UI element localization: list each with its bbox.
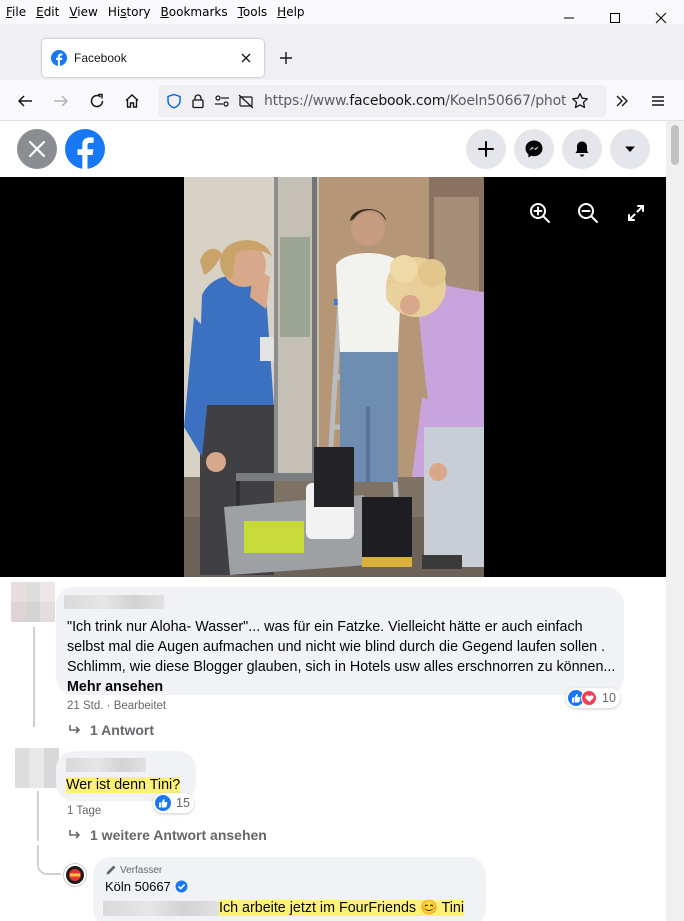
- thread-line: [37, 791, 39, 841]
- tracking-shield-icon[interactable]: [162, 89, 186, 113]
- reply-arrow-icon: [69, 830, 81, 839]
- edited-label: Bearbeitet: [113, 700, 167, 712]
- create-button[interactable]: [466, 129, 506, 169]
- notifications-button[interactable]: [562, 129, 602, 169]
- bookmark-star-icon[interactable]: [568, 89, 592, 113]
- page-avatar[interactable]: [63, 863, 87, 887]
- scrollbar-thumb[interactable]: [671, 125, 679, 165]
- mention-redacted[interactable]: [103, 901, 219, 916]
- forward-button[interactable]: [47, 87, 75, 115]
- overflow-button[interactable]: [608, 87, 636, 115]
- minimize-icon: [564, 17, 574, 19]
- page-scrollbar[interactable]: [666, 121, 684, 921]
- menu-history[interactable]: History: [102, 5, 155, 19]
- navigation-toolbar: https://www.facebook.com/Koeln50667/phot…: [0, 80, 684, 121]
- reply-arrow-icon: [69, 725, 81, 734]
- forward-arrow-icon: [54, 95, 69, 107]
- comment-text: Wer ist denn Tini?: [66, 777, 181, 793]
- reply-bubble: Verfasser Köln 50667 Ich arbeite jetzt i…: [93, 857, 486, 921]
- reply-text: Ich arbeite jetzt im FourFriends 😊 Tini: [219, 900, 465, 916]
- koeln-50667-logo-icon: [66, 866, 84, 884]
- camera-blocked-icon[interactable]: [234, 89, 258, 113]
- tab-facebook[interactable]: Facebook: [42, 39, 264, 77]
- photo-viewer: [0, 177, 666, 577]
- maximize-icon: [610, 13, 620, 23]
- url-text: https://www.facebook.com/Koeln50667/phot…: [264, 93, 566, 109]
- view-more-replies-link[interactable]: 1 weitere Antwort ansehen: [68, 827, 267, 843]
- back-arrow-icon: [17, 95, 32, 107]
- messenger-button[interactable]: [514, 129, 554, 169]
- author-badge: Verfasser: [105, 864, 162, 876]
- pencil-icon: [106, 865, 116, 875]
- reload-button[interactable]: [83, 87, 111, 115]
- avatar[interactable]: [11, 582, 55, 622]
- bell-icon: [575, 141, 589, 157]
- zoom-in-icon: [530, 203, 550, 223]
- close-tab-icon: [241, 53, 251, 63]
- photo-viewer-header: [0, 121, 666, 177]
- reply-author[interactable]: Köln 50667: [105, 879, 188, 894]
- tab-title: Facebook: [74, 51, 127, 65]
- home-button[interactable]: [118, 87, 146, 115]
- photo[interactable]: [184, 177, 484, 577]
- overflow-chevron-icon: [616, 95, 628, 107]
- photo-scene: [184, 177, 484, 577]
- close-window-icon: [655, 12, 667, 24]
- thread-line: [33, 627, 35, 727]
- messenger-icon: [525, 140, 543, 158]
- comment-meta: 21 Std. · Bearbeitet: [67, 700, 167, 712]
- facebook-logo-icon[interactable]: [64, 128, 106, 170]
- comment-timestamp[interactable]: 1 Tage: [67, 805, 101, 817]
- hamburger-menu-icon: [652, 96, 664, 106]
- view-replies-link[interactable]: 1 Antwort: [68, 722, 154, 738]
- menu-bookmarks[interactable]: Bookmarks: [155, 5, 232, 19]
- comment-bubble: "Ich trink nur Aloha- Wasser"... was für…: [56, 587, 624, 695]
- reaction-count: 15: [176, 796, 190, 810]
- reload-icon: [90, 93, 104, 108]
- menu-file[interactable]: File: [0, 5, 30, 19]
- facebook-favicon-icon: [51, 50, 67, 66]
- menu-help[interactable]: Help: [271, 5, 308, 19]
- close-tab-button[interactable]: [234, 46, 258, 70]
- caret-down-icon: [625, 146, 635, 152]
- author-name-redacted[interactable]: [66, 758, 146, 772]
- zoom-out-icon: [578, 203, 598, 223]
- account-menu-button[interactable]: [610, 129, 650, 169]
- avatar[interactable]: [15, 748, 59, 788]
- app-menu-button[interactable]: [644, 87, 672, 115]
- reaction-summary[interactable]: 15: [153, 793, 194, 813]
- menu-edit[interactable]: Edit: [30, 5, 63, 19]
- url-bar[interactable]: https://www.facebook.com/Koeln50667/phot…: [158, 85, 606, 117]
- fullscreen-button[interactable]: [620, 197, 652, 229]
- verified-badge-icon: [175, 880, 188, 893]
- comment-meta: 1 Tage: [67, 805, 101, 817]
- zoom-in-button[interactable]: [524, 197, 556, 229]
- like-reaction-icon: [155, 795, 171, 811]
- reaction-summary[interactable]: 10: [566, 688, 620, 708]
- tab-strip: Facebook: [0, 24, 684, 80]
- comment-text: "Ich trink nur Aloha- Wasser"... was für…: [67, 619, 616, 695]
- reaction-count: 10: [602, 691, 616, 705]
- close-viewer-button[interactable]: [17, 129, 57, 169]
- comment-timestamp[interactable]: 21 Std.: [67, 700, 103, 712]
- fullscreen-icon: [628, 205, 644, 221]
- plus-icon: [478, 141, 494, 157]
- permissions-icon[interactable]: [210, 89, 234, 113]
- menu-tools[interactable]: Tools: [232, 5, 272, 19]
- menu-view[interactable]: View: [63, 5, 101, 19]
- author-name-redacted[interactable]: [64, 595, 164, 609]
- thread-line: [37, 845, 61, 875]
- lock-icon[interactable]: [186, 89, 210, 113]
- new-tab-button[interactable]: [274, 46, 298, 70]
- zoom-out-button[interactable]: [572, 197, 604, 229]
- love-reaction-icon: [581, 690, 597, 706]
- see-more-link[interactable]: Mehr ansehen: [67, 679, 163, 695]
- close-icon: [28, 140, 46, 158]
- home-icon: [125, 94, 139, 108]
- back-button[interactable]: [11, 87, 39, 115]
- plus-icon: [280, 52, 292, 64]
- comments-section: "Ich trink nur Aloha- Wasser"... was für…: [0, 577, 666, 921]
